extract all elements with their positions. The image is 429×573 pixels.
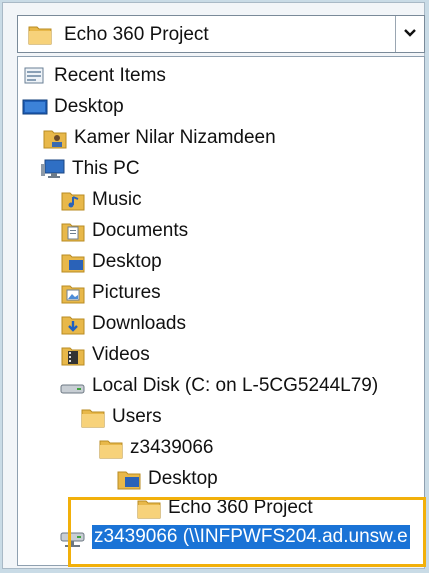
list-item-label: Desktop: [148, 468, 218, 489]
recent-items-icon: [22, 64, 48, 88]
list-item-downloads[interactable]: Downloads: [60, 309, 186, 339]
list-item-label: Kamer Nilar Nizamdeen: [74, 127, 276, 148]
list-item-music[interactable]: Music: [60, 185, 142, 215]
list-item-label: z3439066 (\\INFPWFS204.ad.unsw.e: [92, 525, 410, 549]
list-item-label: Local Disk (C: on L-5CG5244L79): [92, 375, 379, 396]
network-drive-icon: [60, 525, 86, 549]
list-item-user[interactable]: Kamer Nilar Nizamdeen: [42, 123, 276, 153]
pictures-folder-icon: [60, 281, 86, 305]
list-item-label: Echo 360 Project: [168, 497, 313, 518]
list-item-label: Desktop: [54, 96, 124, 117]
folder-icon: [136, 496, 162, 520]
folder-icon: [28, 23, 52, 45]
folder-icon: [98, 436, 124, 460]
list-item-label: z3439066: [130, 437, 214, 458]
list-item-videos[interactable]: Videos: [60, 340, 150, 370]
desktop-icon: [22, 95, 48, 119]
list-item-label: Users: [112, 406, 162, 427]
user-folder-icon: [42, 126, 68, 150]
location-list: Recent Items Desktop Kamer Nilar Nizamde…: [17, 56, 425, 566]
downloads-folder-icon: [60, 312, 86, 336]
computer-icon: [40, 157, 66, 181]
dropdown-toggle-button[interactable]: [395, 16, 424, 52]
list-item-pictures[interactable]: Pictures: [60, 278, 161, 308]
location-combobox-value: Echo 360 Project: [64, 24, 209, 45]
list-item-label: Desktop: [92, 251, 162, 272]
list-item-users[interactable]: Users: [80, 402, 162, 432]
list-item-label: Pictures: [92, 282, 161, 303]
desktop-folder-icon: [116, 467, 142, 491]
folder-icon: [80, 405, 106, 429]
desktop-folder-icon: [60, 250, 86, 274]
documents-folder-icon: [60, 219, 86, 243]
list-item-label: Documents: [92, 220, 189, 241]
chevron-down-icon: [403, 25, 417, 43]
list-item-desktop-folder[interactable]: Desktop: [60, 247, 162, 277]
list-item-label: This PC: [72, 158, 140, 179]
music-folder-icon: [60, 188, 86, 212]
list-item-echo-360-project[interactable]: Echo 360 Project: [136, 493, 313, 523]
list-item-desktop-sub[interactable]: Desktop: [116, 464, 218, 494]
list-item-recent-items[interactable]: Recent Items: [22, 61, 166, 91]
location-dropdown-panel: Echo 360 Project Recent Items Desktop Ka…: [2, 2, 425, 569]
list-item-label: Downloads: [92, 313, 186, 334]
drive-icon: [60, 374, 86, 398]
location-combobox[interactable]: Echo 360 Project: [17, 15, 425, 53]
list-item-label: Music: [92, 189, 142, 210]
list-item-network-drive[interactable]: z3439066 (\\INFPWFS204.ad.unsw.e: [60, 522, 410, 552]
list-item-label: Videos: [92, 344, 150, 365]
list-item-user-id-folder[interactable]: z3439066: [98, 433, 213, 463]
list-item-local-disk[interactable]: Local Disk (C: on L-5CG5244L79): [60, 371, 378, 401]
videos-folder-icon: [60, 343, 86, 367]
list-item-label: Recent Items: [54, 65, 166, 86]
list-item-desktop[interactable]: Desktop: [22, 92, 124, 122]
list-item-documents[interactable]: Documents: [60, 216, 188, 246]
list-item-this-pc[interactable]: This PC: [40, 154, 140, 184]
